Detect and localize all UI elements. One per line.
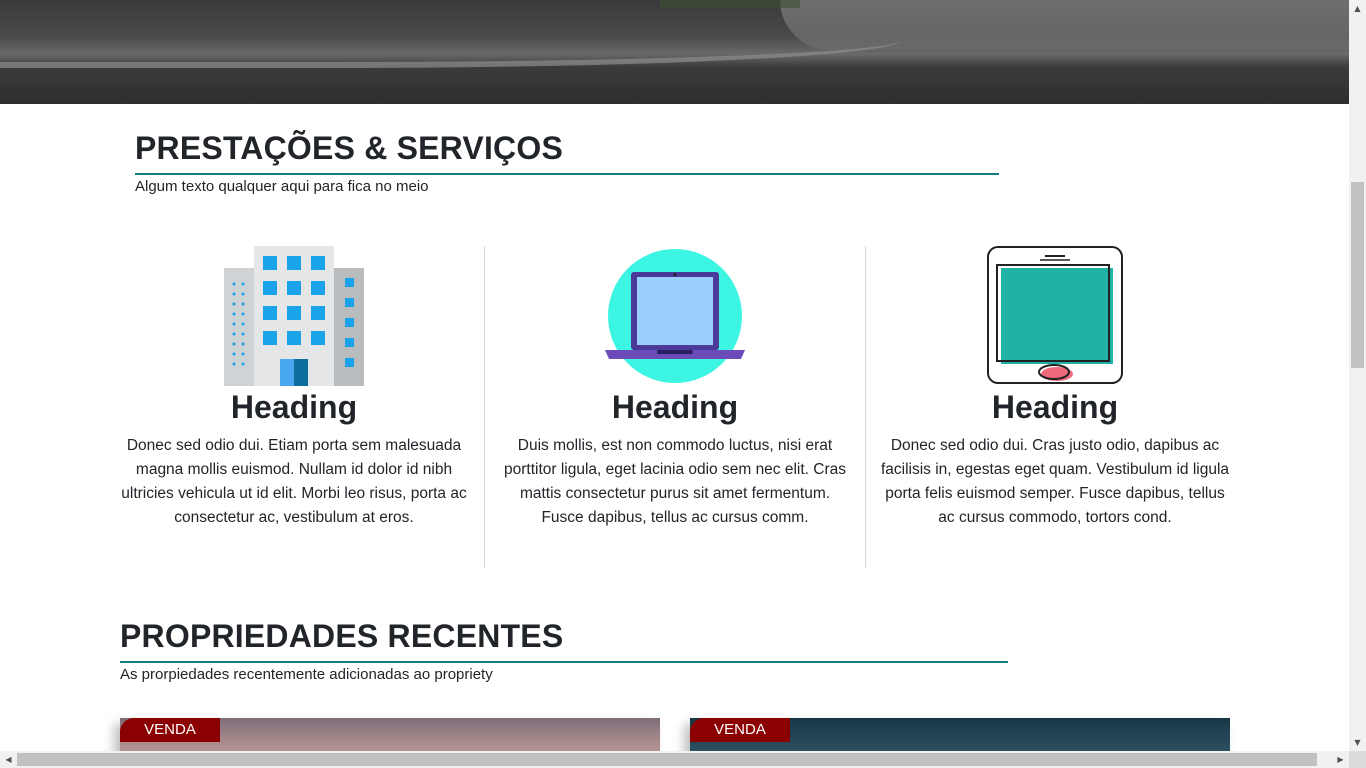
services-subtitle: Algum texto qualquer aqui para fica no m… <box>135 178 429 195</box>
horizontal-scrollbar[interactable]: ◀ ▶ <box>0 751 1349 768</box>
scroll-right-arrow-icon[interactable]: ▶ <box>1332 751 1349 768</box>
properties-title: PROPRIEDADES RECENTES <box>120 618 564 654</box>
service-heading: Heading <box>991 389 1119 425</box>
laptop-icon <box>605 246 745 386</box>
scroll-left-arrow-icon[interactable]: ◀ <box>0 751 17 768</box>
hero-road-line <box>0 22 900 68</box>
properties-subtitle: As prorpiedades recentemente adicionadas… <box>120 666 493 683</box>
sale-badge: VENDA <box>120 718 220 742</box>
vertical-scrollbar[interactable]: ▲ ▼ <box>1349 0 1366 751</box>
service-text: Duis mollis, est non commodo luctus, nis… <box>503 437 847 526</box>
sale-badge: VENDA <box>690 718 790 742</box>
service-column-3: Heading Donec sed odio dui. Cras justo o… <box>865 246 1245 530</box>
hero-grass-strip <box>660 0 800 8</box>
vertical-scroll-thumb[interactable] <box>1351 182 1364 368</box>
properties-title-rule <box>120 661 1008 663</box>
service-heading: Heading <box>230 389 358 425</box>
scroll-down-arrow-icon[interactable]: ▼ <box>1349 734 1366 751</box>
scrollbar-corner <box>1349 751 1366 768</box>
services-title-rule <box>135 173 999 175</box>
scroll-up-arrow-icon[interactable]: ▲ <box>1349 0 1366 17</box>
horizontal-scroll-thumb[interactable] <box>17 753 1317 766</box>
service-heading: Heading <box>611 389 739 425</box>
services-title: PRESTAÇÕES & SERVIÇOS <box>135 130 563 166</box>
service-text: Donec sed odio dui. Etiam porta sem male… <box>121 437 467 526</box>
service-column-2: Heading Duis mollis, est non commodo luc… <box>485 246 865 530</box>
tablet-icon <box>985 246 1125 386</box>
hero-image <box>0 0 1349 104</box>
service-text: Donec sed odio dui. Cras justo odio, dap… <box>880 437 1230 526</box>
service-column-1: Heading Donec sed odio dui. Etiam porta … <box>104 246 484 530</box>
building-icon <box>224 246 364 386</box>
